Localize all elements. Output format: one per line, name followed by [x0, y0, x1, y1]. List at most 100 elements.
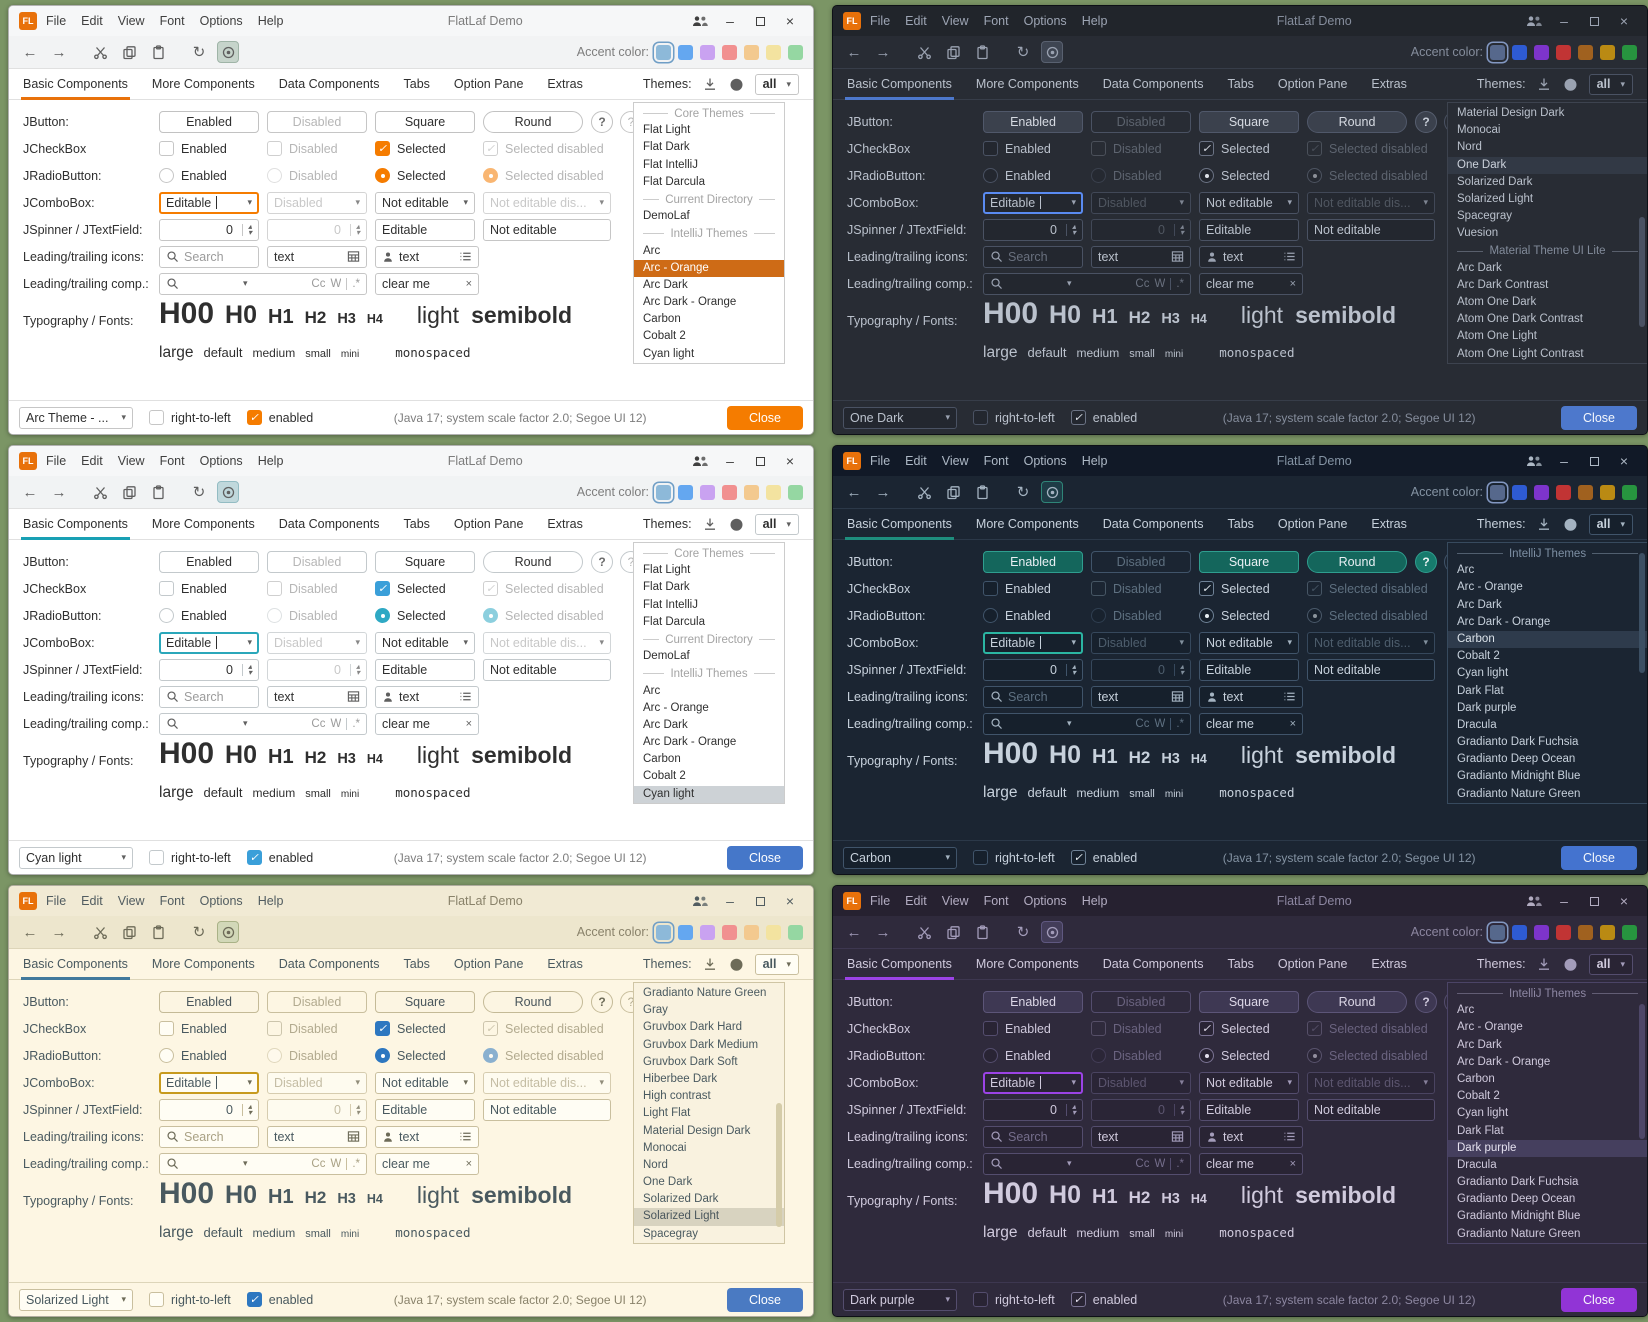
chevron-down-icon[interactable]: ▾	[463, 1077, 468, 1088]
search-input[interactable]: Search	[159, 686, 259, 708]
menu-item-edit[interactable]: Edit	[81, 454, 103, 468]
round-button[interactable]: Round	[483, 991, 583, 1013]
refresh-icon[interactable]: ↻	[188, 481, 210, 503]
theme-list-item[interactable]: Carbon	[634, 311, 784, 328]
accent-color-swatch[interactable]	[656, 925, 671, 940]
accent-color-swatch[interactable]	[1578, 485, 1593, 500]
combo-not-editable[interactable]: Not editable▾	[375, 632, 475, 654]
whole-words-button[interactable]: W	[1154, 718, 1165, 730]
grid-icon[interactable]	[347, 1130, 360, 1143]
back-button[interactable]: ←	[843, 921, 865, 943]
theme-list-item[interactable]: Gray	[634, 1002, 784, 1019]
cut-icon[interactable]	[913, 41, 935, 63]
theme-list-item[interactable]: Material Design Dark	[634, 1123, 784, 1140]
theme-list-item[interactable]: Nord	[1448, 139, 1647, 156]
right-to-left-checkbox[interactable]: right-to-left	[973, 1292, 1055, 1307]
accent-color-swatch[interactable]	[1622, 485, 1637, 500]
tab-basic-components[interactable]: Basic Components	[847, 509, 952, 540]
accent-color-swatch[interactable]	[1622, 45, 1637, 60]
search-input[interactable]: Search	[983, 246, 1083, 268]
accent-color-swatch[interactable]	[722, 485, 737, 500]
textfield-editable[interactable]: Editable	[1199, 219, 1299, 241]
menu-item-file[interactable]: File	[870, 14, 890, 28]
regex-button[interactable]: .*	[352, 1158, 360, 1170]
tab-tabs[interactable]: Tabs	[404, 949, 430, 980]
clear-me-input[interactable]: clear me×	[1199, 1153, 1303, 1175]
tab-data-components[interactable]: Data Components	[1103, 69, 1204, 100]
square-button[interactable]: Square	[1199, 551, 1299, 573]
github-icon[interactable]	[728, 75, 746, 93]
theme-selector-combo[interactable]: Arc Theme - ...▾	[19, 407, 133, 429]
text-field-user-list[interactable]: text	[375, 1126, 479, 1148]
spinner[interactable]: 0▴▾	[983, 659, 1083, 681]
text-field-user-list[interactable]: text	[375, 246, 479, 268]
enabled-checkbox[interactable]: enabled	[1071, 1292, 1138, 1307]
clear-me-input[interactable]: clear me×	[375, 1153, 479, 1175]
search-input[interactable]: Search	[983, 686, 1083, 708]
combo-editable[interactable]: Editable▾	[159, 632, 259, 654]
enabled-checkbox[interactable]: enabled	[247, 410, 314, 425]
users-icon[interactable]	[687, 10, 713, 32]
chevron-down-icon[interactable]: ▾	[1287, 637, 1292, 648]
spinner-arrows-icon[interactable]: ▴▾	[1066, 664, 1076, 676]
radio-enabled[interactable]	[159, 168, 174, 183]
theme-list-item[interactable]: Cobalt 2	[1448, 648, 1647, 665]
maximize-button[interactable]	[1581, 10, 1607, 32]
spinner-arrows-icon[interactable]: ▴▾	[1066, 224, 1076, 236]
menu-item-view[interactable]: View	[942, 894, 969, 908]
theme-list-item[interactable]: Monocai	[634, 1140, 784, 1157]
grid-icon[interactable]	[347, 250, 360, 263]
accent-color-swatch[interactable]	[1512, 925, 1527, 940]
users-icon[interactable]	[687, 450, 713, 472]
tab-extras[interactable]: Extras	[1371, 509, 1406, 540]
theme-list-item[interactable]: Light Flat	[634, 1105, 784, 1122]
match-case-button[interactable]: Cc	[1135, 278, 1149, 290]
theme-list-item[interactable]: Gruvbox Dark Hard	[634, 1019, 784, 1036]
theme-list-item[interactable]: Gradianto Deep Ocean	[1448, 751, 1647, 768]
combo-editable[interactable]: Editable▾	[159, 1072, 259, 1094]
download-icon[interactable]	[701, 75, 719, 93]
theme-list-item[interactable]: Flat Dark	[634, 579, 784, 596]
text-field-calendar[interactable]: text	[1091, 1126, 1191, 1148]
radio-selected[interactable]	[1199, 608, 1214, 623]
combo-not-editable[interactable]: Not editable▾	[375, 1072, 475, 1094]
themes-list[interactable]: Material Design DarkMonocaiNordOne DarkS…	[1447, 102, 1647, 364]
tab-more-components[interactable]: More Components	[152, 509, 255, 540]
accent-color-swatch[interactable]	[788, 925, 803, 940]
themes-list[interactable]: Gradianto Nature GreenGrayGruvbox Dark H…	[633, 982, 785, 1244]
match-case-button[interactable]: Cc	[311, 278, 325, 290]
back-button[interactable]: ←	[843, 481, 865, 503]
accent-color-swatch[interactable]	[700, 45, 715, 60]
chevron-down-icon[interactable]: ▾	[1071, 637, 1076, 648]
regex-button[interactable]: .*	[1176, 718, 1184, 730]
theme-list-item[interactable]: Flat Darcula	[634, 174, 784, 191]
theme-list-item[interactable]: Flat IntelliJ	[634, 157, 784, 174]
accent-color-swatch[interactable]	[1556, 925, 1571, 940]
accent-color-swatch[interactable]	[1490, 45, 1505, 60]
clear-icon[interactable]: ×	[1290, 1158, 1296, 1170]
theme-list-item[interactable]: Spacegray	[1448, 208, 1647, 225]
menu-item-file[interactable]: File	[870, 454, 890, 468]
theme-list-item[interactable]: Atom One Light Contrast	[1448, 346, 1647, 363]
cut-icon[interactable]	[913, 481, 935, 503]
minimize-button[interactable]: –	[717, 450, 743, 472]
close-button[interactable]: Close	[727, 406, 803, 430]
theme-list-item[interactable]: Arc Dark - Orange	[1448, 614, 1647, 631]
eye-toggle-button[interactable]	[1041, 921, 1063, 943]
combo-editable[interactable]: Editable▾	[159, 192, 259, 214]
menu-item-options[interactable]: Options	[1024, 14, 1067, 28]
theme-list-item[interactable]: Material Design Dark	[1448, 105, 1647, 122]
theme-list-item[interactable]: Monocai	[1448, 122, 1647, 139]
menu-item-options[interactable]: Options	[200, 894, 243, 908]
theme-list-item[interactable]: DemoLaf	[634, 648, 784, 665]
close-window-button[interactable]: ×	[777, 10, 803, 32]
spinner[interactable]: 0▴▾	[159, 1099, 259, 1121]
theme-list-item[interactable]: Gruvbox Dark Medium	[634, 1037, 784, 1054]
chevron-down-icon[interactable]: ▾	[1067, 278, 1072, 289]
close-button[interactable]: Close	[727, 1288, 803, 1312]
enabled-button[interactable]: Enabled	[159, 111, 259, 133]
radio-enabled[interactable]	[983, 1048, 998, 1063]
theme-list-item[interactable]: Arc Dark Contrast	[1448, 277, 1647, 294]
theme-list-item[interactable]: Atom One Light	[1448, 328, 1647, 345]
accent-color-swatch[interactable]	[1600, 485, 1615, 500]
